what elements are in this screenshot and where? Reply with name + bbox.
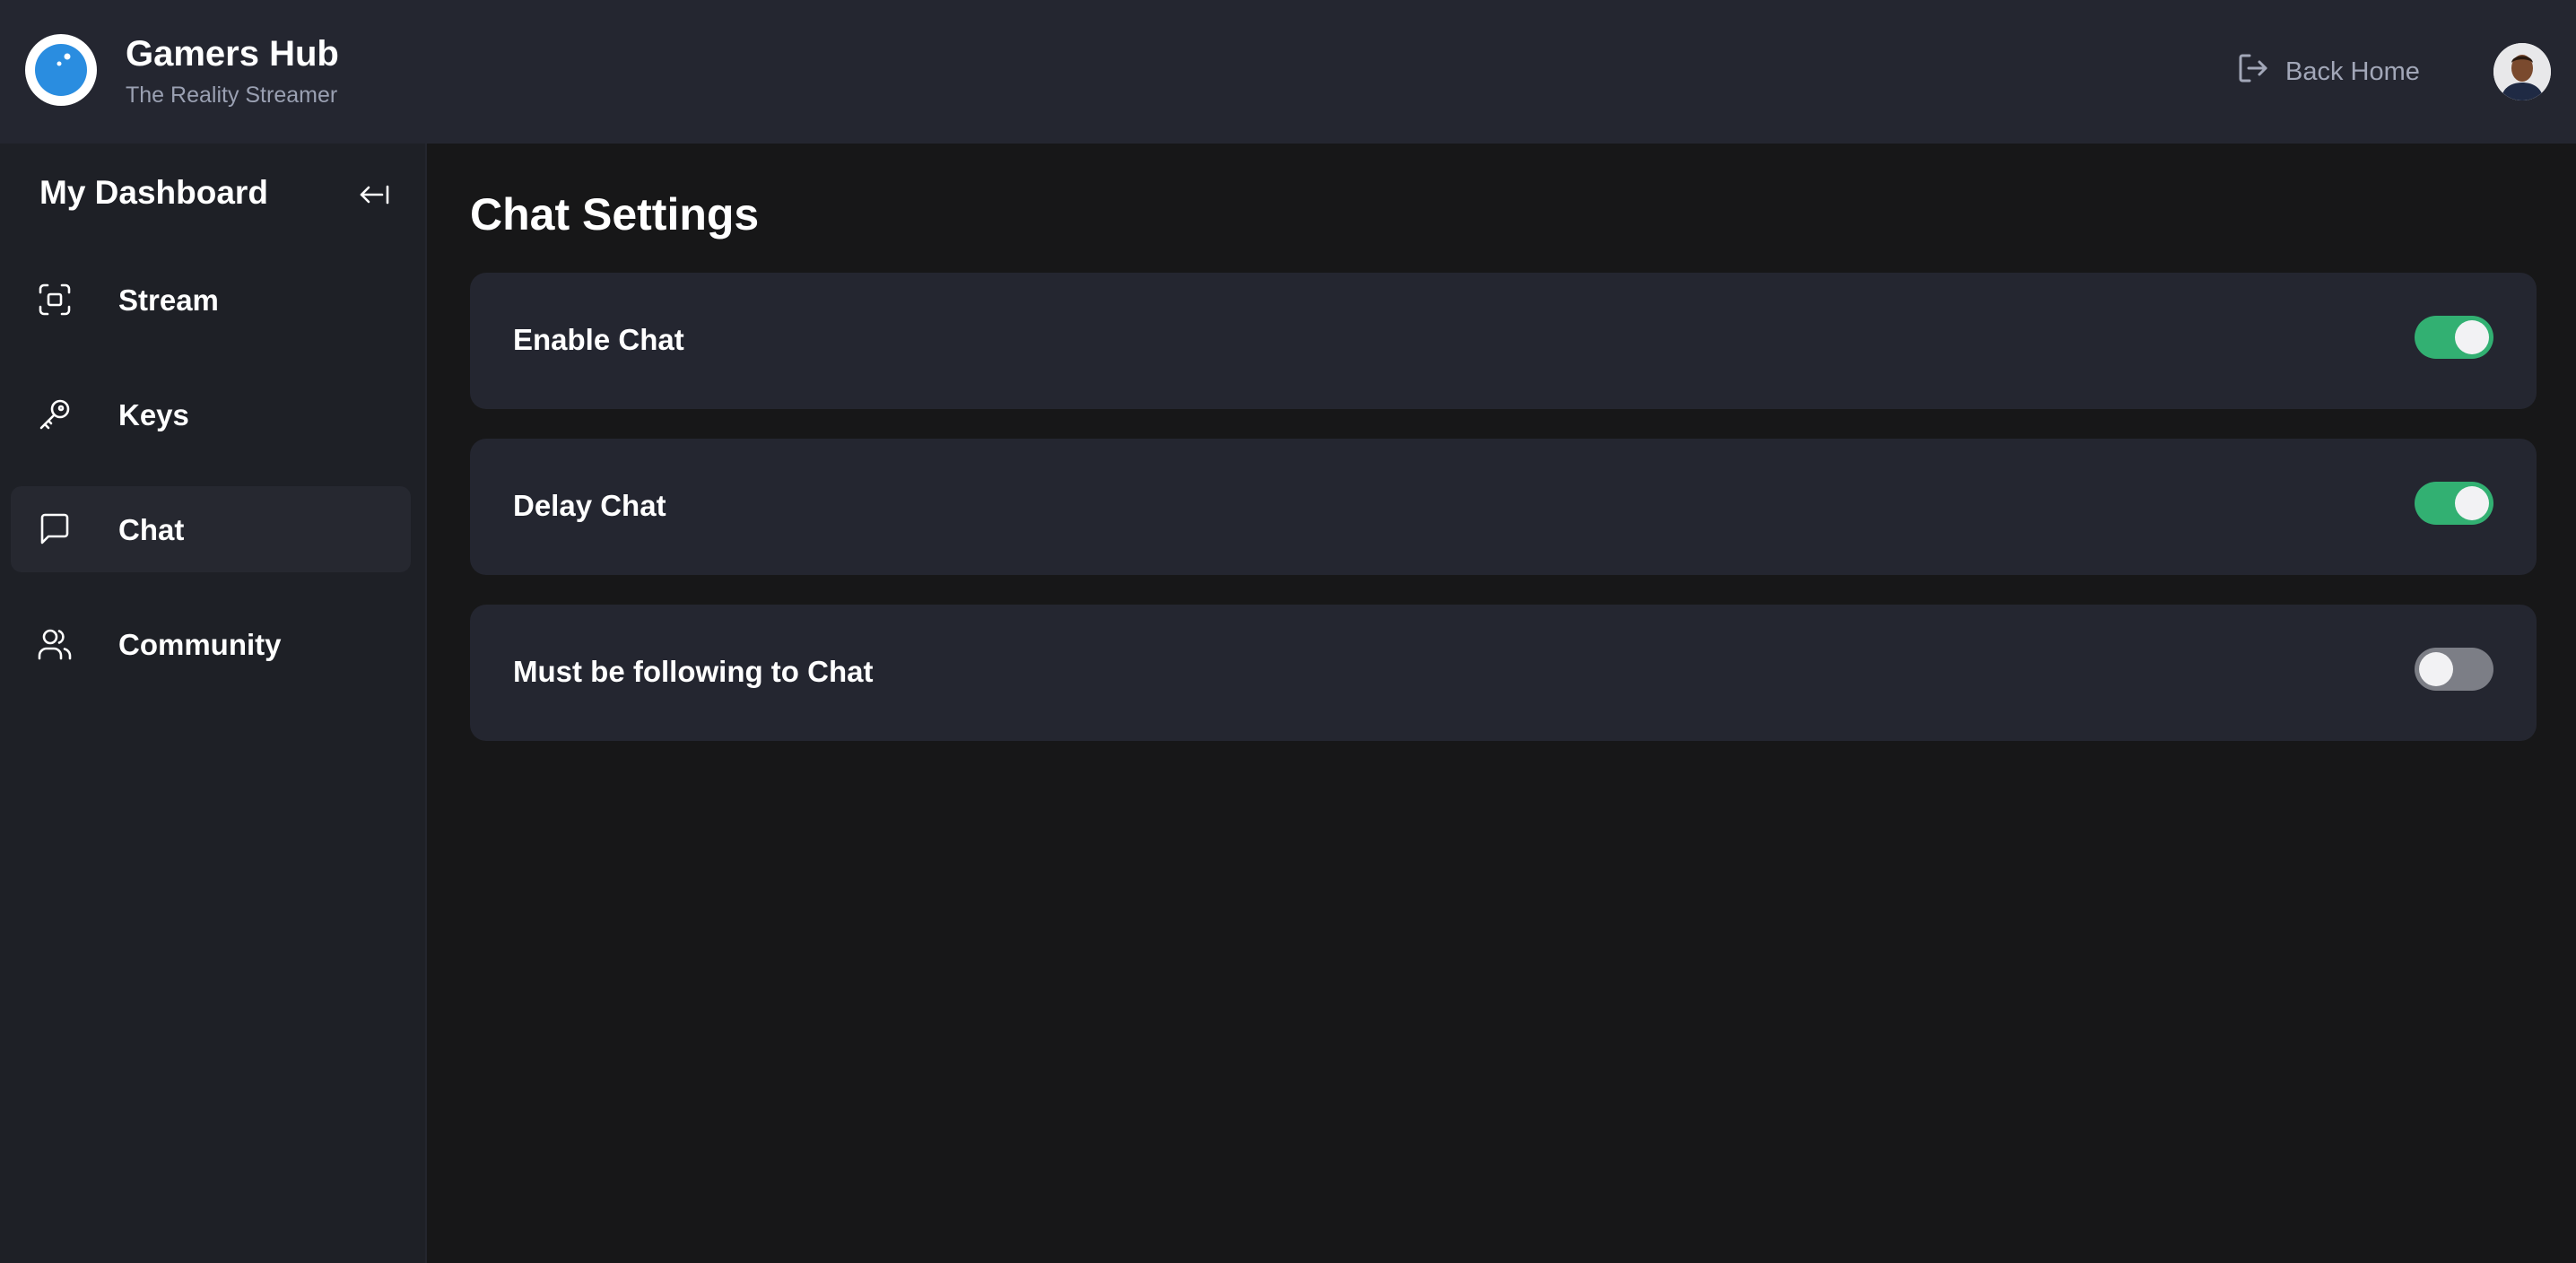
- toggle-knob: [2455, 320, 2489, 354]
- page-title: Chat Settings: [470, 189, 760, 240]
- back-home-button[interactable]: Back Home: [2235, 52, 2420, 91]
- top-bar: Gamers Hub The Reality Streamer Back Hom…: [0, 0, 2576, 144]
- sidebar-item-label: Chat: [118, 513, 185, 546]
- setting-label: Delay Chat: [513, 489, 666, 522]
- setting-label: Must be following to Chat: [513, 655, 874, 688]
- sidebar-item-community[interactable]: Community: [11, 601, 411, 687]
- users-icon: [38, 627, 72, 661]
- sidebar-item-keys[interactable]: Keys: [11, 371, 411, 457]
- sidebar-item-label: Community: [118, 628, 282, 661]
- sidebar-item-label: Stream: [118, 283, 219, 317]
- chat-bubble-icon: [38, 512, 72, 546]
- sidebar-item-label: Keys: [118, 398, 189, 431]
- setting-card-must-follow: Must be following to Chat: [470, 605, 2537, 741]
- app-title: Gamers Hub: [126, 34, 339, 74]
- sidebar-item-chat[interactable]: Chat: [11, 486, 411, 572]
- setting-label: Enable Chat: [513, 323, 684, 356]
- toggle-knob: [2455, 486, 2489, 520]
- scan-frame-icon: [38, 283, 72, 317]
- logout-arrow-icon: [2235, 50, 2271, 93]
- sidebar-item-stream[interactable]: Stream: [11, 257, 411, 343]
- user-avatar[interactable]: [2493, 43, 2551, 100]
- sidebar-title: My Dashboard: [39, 174, 268, 211]
- setting-card-delay-chat: Delay Chat: [470, 439, 2537, 575]
- toggle-knob: [2419, 652, 2453, 686]
- setting-card-enable-chat: Enable Chat: [470, 273, 2537, 409]
- logo-icon[interactable]: [25, 34, 97, 106]
- app-subtitle: The Reality Streamer: [126, 83, 338, 108]
- delay-chat-toggle[interactable]: [2415, 482, 2493, 525]
- collapse-left-icon[interactable]: [357, 179, 393, 210]
- sidebar: My Dashboard Stream Keys Chat Community: [0, 144, 427, 1263]
- enable-chat-toggle[interactable]: [2415, 316, 2493, 359]
- back-home-label: Back Home: [2285, 57, 2420, 86]
- must-follow-toggle[interactable]: [2415, 648, 2493, 691]
- key-icon: [38, 397, 72, 431]
